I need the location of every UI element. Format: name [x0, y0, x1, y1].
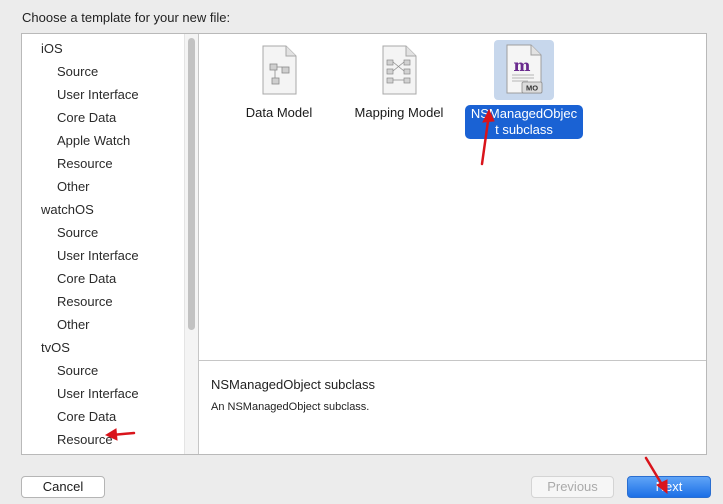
sidebar-item-watchos-resource[interactable]: Resource	[22, 290, 184, 313]
sidebar-item-tvos-source[interactable]: Source	[22, 359, 184, 382]
template-mapping-model-icon-wrap	[369, 40, 429, 100]
sidebar-item-tvos-core-data[interactable]: Core Data	[22, 405, 184, 428]
template-grid: Data Model Mapping Model m MO NSManagedO…	[199, 34, 706, 360]
template-nsmanagedobject-label: NSManagedObject subclass	[465, 105, 583, 139]
sidebar-item-ios-core-data[interactable]: Core Data	[22, 106, 184, 129]
template-chooser-panel: iOS Source User Interface Core Data Appl…	[21, 33, 707, 455]
sidebar-section-tvos[interactable]: tvOS	[22, 336, 184, 359]
sidebar-item-watchos-source[interactable]: Source	[22, 221, 184, 244]
cancel-button[interactable]: Cancel	[21, 476, 105, 498]
template-data-model[interactable]: Data Model	[218, 40, 340, 122]
managed-object-file-icon: m MO	[506, 44, 543, 94]
template-description-text: An NSManagedObject subclass.	[211, 401, 370, 413]
dialog-prompt: Choose a template for your new file:	[22, 10, 231, 25]
sidebar-item-ios-user-interface[interactable]: User Interface	[22, 83, 184, 106]
template-nsmanagedobject-subclass[interactable]: m MO NSManagedObject subclass	[463, 40, 585, 139]
sidebar-item-tvos-user-interface[interactable]: User Interface	[22, 382, 184, 405]
sidebar-item-watchos-core-data[interactable]: Core Data	[22, 267, 184, 290]
sidebar-item-watchos-user-interface[interactable]: User Interface	[22, 244, 184, 267]
template-mapping-model-label: Mapping Model	[354, 105, 444, 120]
template-data-model-icon-wrap	[249, 40, 309, 100]
sidebar-item-tvos-resource[interactable]: Resource	[22, 428, 184, 451]
sidebar-item-ios-source[interactable]: Source	[22, 60, 184, 83]
sidebar-list: iOS Source User Interface Core Data Appl…	[22, 34, 184, 454]
template-data-model-label: Data Model	[245, 105, 313, 120]
sidebar-section-ios[interactable]: iOS	[22, 37, 184, 60]
template-description-area: NSManagedObject subclass An NSManagedObj…	[199, 360, 706, 454]
template-nsmanagedobject-icon-wrap: m MO	[494, 40, 554, 100]
sidebar-item-ios-resource[interactable]: Resource	[22, 152, 184, 175]
next-button[interactable]: Next	[627, 476, 711, 498]
sidebar-item-ios-other[interactable]: Other	[22, 175, 184, 198]
managed-object-badge-text: MO	[526, 84, 538, 93]
sidebar-scrollbar[interactable]	[184, 34, 198, 454]
sidebar-section-watchos[interactable]: watchOS	[22, 198, 184, 221]
previous-button[interactable]: Previous	[531, 476, 614, 498]
sidebar-item-ios-apple-watch[interactable]: Apple Watch	[22, 129, 184, 152]
data-model-file-icon	[262, 45, 297, 95]
managed-object-badge-letter: m	[514, 56, 531, 75]
sidebar-item-watchos-other[interactable]: Other	[22, 313, 184, 336]
platform-sidebar: iOS Source User Interface Core Data Appl…	[22, 34, 199, 454]
template-mapping-model[interactable]: Mapping Model	[338, 40, 460, 122]
template-description-title: NSManagedObject subclass	[211, 377, 376, 392]
mapping-model-file-icon	[382, 45, 417, 95]
sidebar-scrollbar-thumb[interactable]	[188, 38, 195, 330]
